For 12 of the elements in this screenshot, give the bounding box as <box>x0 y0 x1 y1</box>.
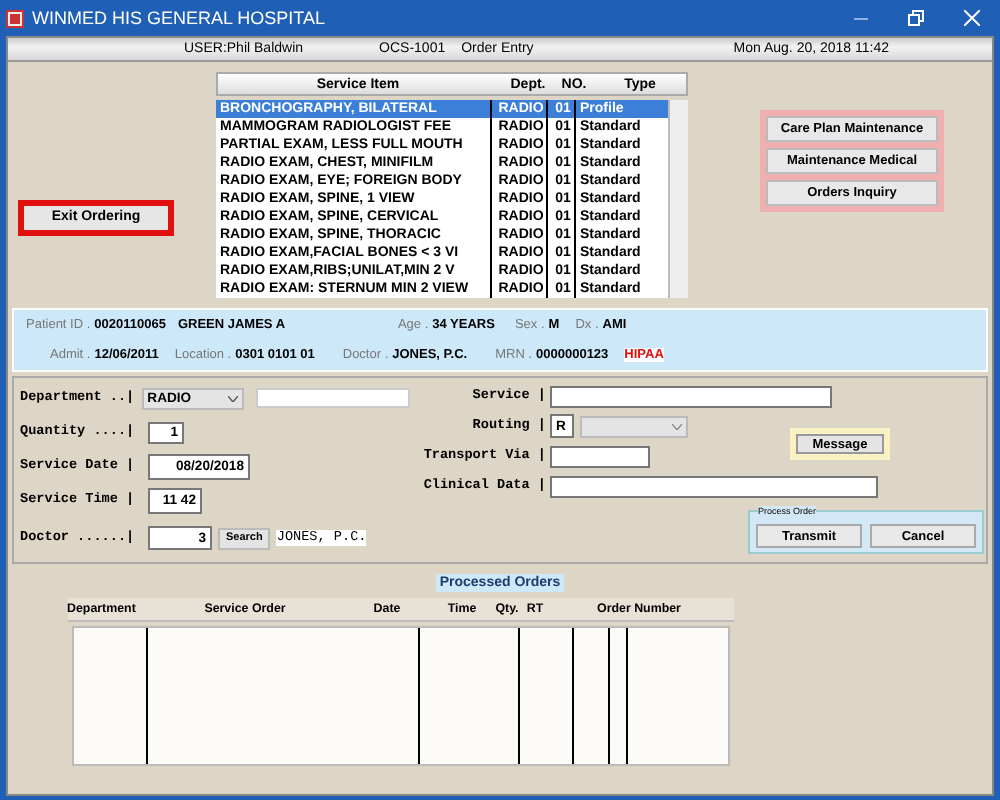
restore-icon <box>908 10 924 26</box>
chevron-icon <box>228 395 239 401</box>
app-icon <box>6 9 24 27</box>
window-title: WINMED HIS GENERAL HOSPITAL <box>32 8 328 28</box>
scrollbar[interactable] <box>668 100 688 298</box>
chevron-icon <box>672 423 682 429</box>
service-field[interactable] <box>550 385 832 407</box>
clinical-data-field[interactable] <box>550 475 878 497</box>
minimize-icon <box>853 17 867 19</box>
close-icon <box>964 10 980 26</box>
text-field[interactable] <box>256 388 410 408</box>
transport-field[interactable] <box>550 445 650 467</box>
